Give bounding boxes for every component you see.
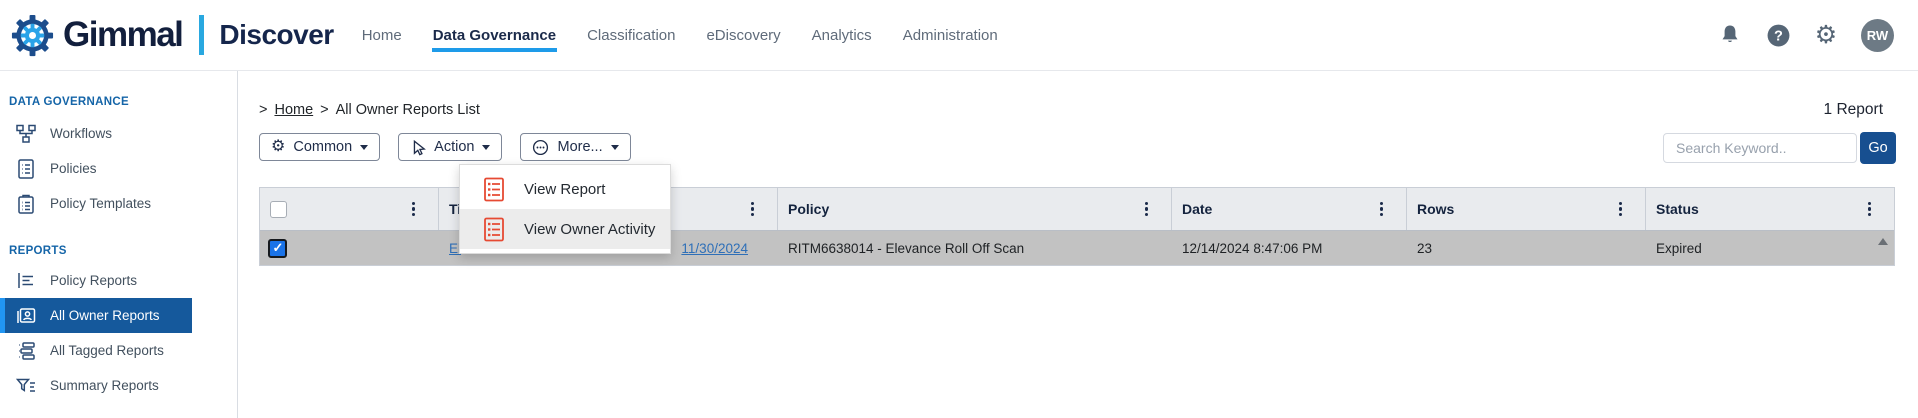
chevron-down-icon: [611, 145, 619, 150]
sidebar-item-label: Policy Templates: [50, 196, 151, 211]
main-content: > Home > All Owner Reports List 1 Report…: [239, 71, 1918, 418]
toolbar: ⚙ Common Action More...: [259, 133, 631, 161]
row-checkbox-checked[interactable]: [268, 239, 287, 258]
menu-item-view-report[interactable]: View Report: [460, 169, 670, 209]
menu-item-label: View Report: [524, 181, 605, 198]
nav-administration[interactable]: Administration: [902, 17, 999, 54]
chevron-down-icon: [360, 145, 368, 150]
nav-analytics[interactable]: Analytics: [811, 17, 873, 54]
select-all-checkbox[interactable]: [270, 201, 287, 218]
funnel-filter-icon: [15, 375, 37, 397]
svg-text:?: ?: [1774, 28, 1783, 44]
clipboard-icon: [15, 193, 37, 215]
sidebar-item-label: Policy Reports: [50, 273, 137, 288]
sidebar-section-reports: REPORTS: [0, 245, 237, 257]
column-label: Policy: [788, 201, 829, 217]
breadcrumb-current: All Owner Reports List: [336, 102, 480, 118]
common-dropdown-button[interactable]: ⚙ Common: [259, 133, 380, 161]
column-label: Date: [1182, 201, 1212, 217]
column-menu-kebab-icon[interactable]: [1142, 198, 1151, 221]
brand-divider: [199, 15, 204, 55]
menu-item-view-owner-activity[interactable]: View Owner Activity: [460, 209, 670, 249]
report-lines-icon: [15, 270, 37, 292]
sidebar-item-label: Summary Reports: [50, 378, 159, 393]
sidebar: DATA GOVERNANCE Workflows Policies: [0, 71, 238, 418]
column-menu-kebab-icon[interactable]: [409, 198, 418, 221]
search-input[interactable]: [1663, 133, 1857, 163]
breadcrumb: > Home > All Owner Reports List: [259, 102, 480, 118]
user-avatar[interactable]: RW: [1861, 19, 1894, 52]
sidebar-item-all-owner-reports[interactable]: All Owner Reports: [0, 298, 192, 333]
sidebar-item-label: All Tagged Reports: [50, 343, 164, 358]
menu-item-label: View Owner Activity: [524, 221, 655, 238]
workflow-icon: [15, 123, 37, 145]
help-icon[interactable]: ?: [1765, 22, 1791, 48]
navbar-right: ? ⚙ RW: [1717, 19, 1918, 52]
nav-classification[interactable]: Classification: [586, 17, 676, 54]
cursor-icon: [410, 139, 426, 156]
row-status-cell: Expired: [1646, 241, 1894, 256]
row-date-cell: 12/14/2024 8:47:06 PM: [1172, 241, 1407, 256]
report-count: 1 Report: [1824, 101, 1883, 119]
action-button-label: Action: [434, 139, 474, 155]
chevron-down-icon: [482, 145, 490, 150]
product-name: Discover: [219, 19, 333, 51]
sidebar-item-policy-reports[interactable]: Policy Reports: [0, 263, 192, 298]
nav-home[interactable]: Home: [361, 17, 403, 54]
sidebar-item-policies[interactable]: Policies: [0, 151, 192, 186]
breadcrumb-home-link[interactable]: Home: [274, 102, 313, 118]
report-document-icon: [484, 177, 504, 202]
breadcrumb-separator: >: [259, 102, 267, 118]
column-label: Status: [1656, 201, 1699, 217]
page: Gimmal Discover Home Data Governance Cla…: [0, 0, 1918, 418]
tagged-list-icon: [15, 340, 37, 362]
more-dropdown-menu: View Report View Owner Activity: [459, 164, 671, 254]
sidebar-item-all-tagged-reports[interactable]: All Tagged Reports: [0, 333, 192, 368]
nav-data-governance[interactable]: Data Governance: [432, 17, 557, 54]
header-rows-column[interactable]: Rows: [1407, 188, 1646, 230]
sidebar-item-summary-reports[interactable]: Summary Reports: [0, 368, 192, 403]
settings-gear-icon[interactable]: ⚙: [1813, 22, 1839, 48]
nav-ediscovery[interactable]: eDiscovery: [705, 17, 781, 54]
common-button-label: Common: [293, 139, 352, 155]
sidebar-item-label: Workflows: [50, 126, 112, 141]
search-group: Go: [1663, 132, 1896, 164]
column-menu-kebab-icon[interactable]: [1377, 198, 1386, 221]
more-button-label: More...: [557, 139, 602, 155]
header-select-column[interactable]: [260, 188, 439, 230]
breadcrumb-separator: >: [320, 102, 328, 118]
row-select-cell: [260, 239, 439, 258]
sidebar-item-label: Policies: [50, 161, 97, 176]
gimmal-gear-logo-icon: [9, 12, 56, 59]
column-menu-kebab-icon[interactable]: [1616, 198, 1625, 221]
go-button[interactable]: Go: [1860, 132, 1896, 164]
policies-list-icon: [15, 158, 37, 180]
owner-card-icon: [15, 305, 37, 327]
report-title-link-end[interactable]: 11/30/2024: [681, 241, 748, 256]
sidebar-item-workflows[interactable]: Workflows: [0, 116, 192, 151]
sidebar-section-data-governance: DATA GOVERNANCE: [0, 96, 237, 108]
header-status-column[interactable]: Status: [1646, 188, 1894, 230]
brand-name: Gimmal: [63, 15, 182, 55]
column-menu-kebab-icon[interactable]: [748, 198, 757, 221]
notifications-bell-icon[interactable]: [1717, 22, 1743, 48]
sidebar-item-policy-templates[interactable]: Policy Templates: [0, 186, 192, 221]
sidebar-item-label: All Owner Reports: [50, 308, 160, 323]
report-document-icon: [484, 217, 504, 242]
ellipsis-circle-icon: [532, 139, 549, 156]
action-dropdown-button[interactable]: Action: [398, 133, 502, 161]
header-policy-column[interactable]: Policy: [778, 188, 1172, 230]
more-dropdown-button[interactable]: More...: [520, 133, 630, 161]
brand-logo[interactable]: Gimmal Discover: [0, 12, 334, 59]
column-menu-kebab-icon[interactable]: [1865, 198, 1874, 221]
primary-nav: Home Data Governance Classification eDis…: [361, 0, 999, 70]
row-policy-cell: RITM6638014 - Elevance Roll Off Scan: [778, 241, 1172, 256]
scrollbar-up-arrow[interactable]: [1878, 238, 1888, 245]
gear-icon: ⚙: [271, 139, 285, 155]
header-date-column[interactable]: Date: [1172, 188, 1407, 230]
top-navbar: Gimmal Discover Home Data Governance Cla…: [0, 0, 1918, 71]
column-label: Rows: [1417, 201, 1454, 217]
row-rows-cell: 23: [1407, 241, 1646, 256]
